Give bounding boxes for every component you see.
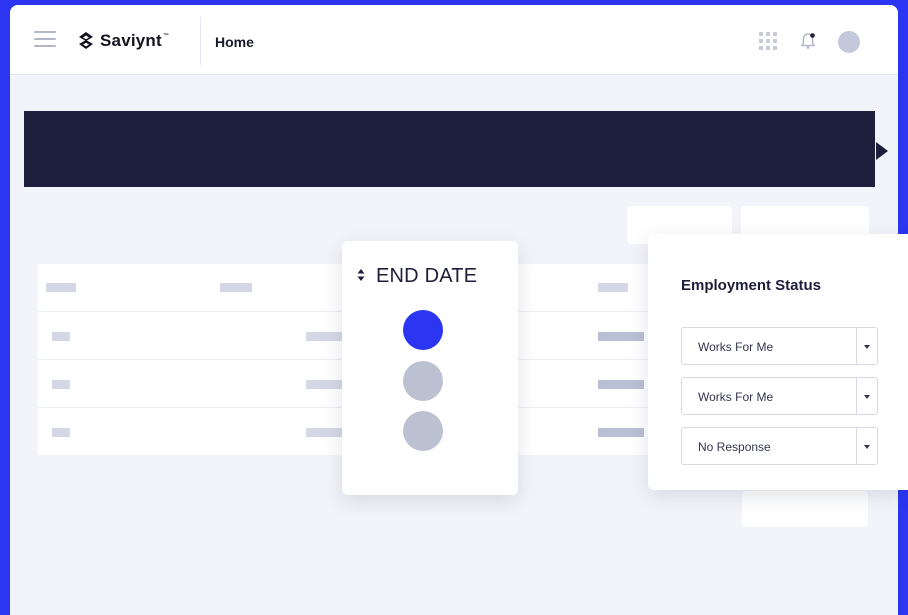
- cell-placeholder: [598, 380, 644, 389]
- cell-placeholder: [306, 380, 342, 389]
- top-nav-bar: Saviynt ™ Home: [10, 5, 898, 75]
- brand-logo[interactable]: Saviynt ™: [76, 31, 169, 51]
- employment-status-select[interactable]: No Response: [681, 427, 878, 465]
- end-date-card: END DATE: [342, 241, 518, 495]
- employment-status-select[interactable]: Works For Me: [681, 327, 878, 365]
- select-value: Works For Me: [698, 340, 774, 354]
- brand-name: Saviynt: [100, 31, 162, 50]
- caret-down-icon[interactable]: [864, 445, 870, 449]
- end-date-radio[interactable]: [403, 361, 443, 401]
- end-date-column-title[interactable]: END DATE: [376, 265, 477, 288]
- select-divider: [856, 378, 857, 414]
- sort-icon[interactable]: [357, 269, 365, 281]
- cell-placeholder: [52, 332, 70, 341]
- employment-status-select[interactable]: Works For Me: [681, 377, 878, 415]
- bell-icon[interactable]: [800, 32, 816, 50]
- column-header-placeholder: [46, 283, 76, 292]
- page-title: Home: [215, 34, 254, 50]
- end-date-radio-selected[interactable]: [403, 310, 443, 350]
- caret-down-icon[interactable]: [864, 345, 870, 349]
- cell-placeholder: [598, 332, 644, 341]
- brand-trademark: ™: [162, 33, 169, 39]
- employment-status-card: Employment Status Works For Me Works For…: [648, 234, 908, 490]
- caret-down-icon[interactable]: [864, 395, 870, 399]
- select-divider: [856, 428, 857, 464]
- select-value: Works For Me: [698, 390, 774, 404]
- apps-grid-icon[interactable]: [758, 31, 778, 51]
- cell-placeholder: [306, 428, 342, 437]
- banner-arrow-icon: [876, 142, 888, 160]
- saviynt-logo-icon: [79, 32, 93, 49]
- employment-status-title: Employment Status: [681, 277, 822, 294]
- topbar-divider: [200, 17, 201, 65]
- cell-placeholder: [52, 380, 70, 389]
- hero-banner: [24, 111, 875, 187]
- user-avatar[interactable]: [838, 31, 860, 53]
- cell-placeholder: [598, 428, 644, 437]
- cell-placeholder: [306, 332, 342, 341]
- cell-placeholder: [52, 428, 70, 437]
- action-button-placeholder[interactable]: [742, 491, 868, 527]
- select-value: No Response: [698, 440, 771, 454]
- column-header-placeholder: [598, 283, 628, 292]
- menu-icon[interactable]: [34, 31, 56, 48]
- column-header-placeholder: [220, 283, 252, 292]
- select-divider: [856, 328, 857, 364]
- end-date-radio[interactable]: [403, 411, 443, 451]
